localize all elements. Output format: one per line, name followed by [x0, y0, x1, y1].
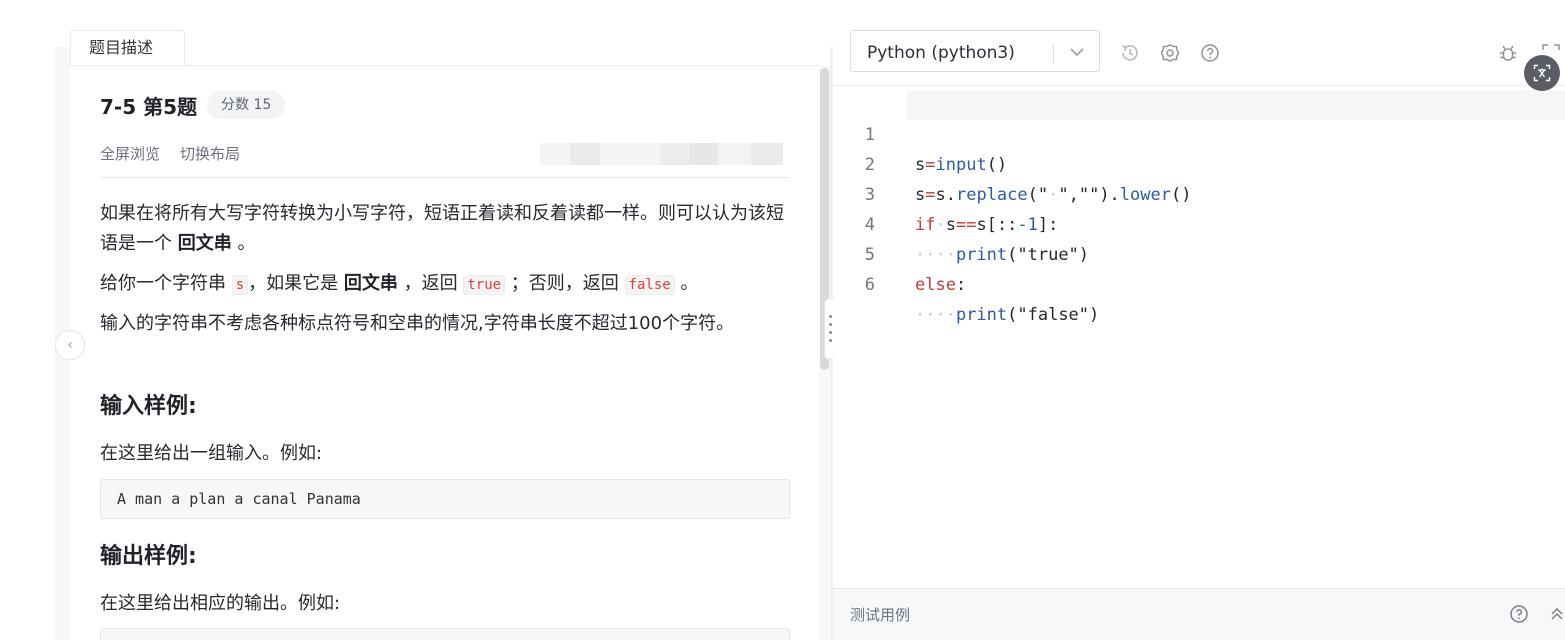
translate-icon [1533, 64, 1551, 82]
inline-code: false [624, 275, 675, 295]
title-row: 7-5 第5题 分数 15 [100, 90, 286, 120]
chevron-down-icon [1070, 48, 1084, 57]
description-paragraph-3: 输入的字符串不考虑各种标点符号和空串的情况,字符串长度不超过100个字符。 [100, 313, 735, 334]
language-select[interactable]: Python (python3) [850, 30, 1100, 72]
fullscreen-view-link[interactable]: 全屏浏览 [100, 143, 160, 164]
help-icon[interactable] [1509, 604, 1529, 624]
inline-code: s [231, 275, 249, 295]
help-icon[interactable] [1199, 42, 1221, 64]
code-line[interactable]: 5 else: [833, 210, 1565, 295]
meta-divider [100, 177, 790, 178]
tab-label: 题目描述 [89, 38, 154, 57]
test-cases-bar[interactable]: 测试用例 [833, 588, 1565, 640]
top-strip [0, 0, 1565, 47]
code-line[interactable]: 6 ····print("false") [833, 240, 1565, 325]
line-code: else: [915, 275, 967, 295]
chevron-left-icon: ‹ [67, 337, 73, 353]
problem-title: 7-5 第5题 [100, 94, 198, 119]
blurred-watermark [540, 143, 783, 165]
collapse-sidebar-button[interactable]: ‹ [55, 330, 85, 360]
tab-divider [70, 65, 820, 66]
chevrons-up-icon[interactable] [1549, 604, 1565, 624]
output-sample-description: 在这里给出相应的输出。例如: [100, 593, 341, 614]
input-sample-description: 在这里给出一组输入。例如: [100, 443, 323, 464]
input-sample-box: A man a plan a canal Panama [100, 479, 790, 519]
translate-button[interactable] [1524, 55, 1560, 91]
code-line[interactable]: 1 s=input() [833, 90, 1565, 175]
editor-top-divider [833, 85, 1565, 86]
line-code: ····print("false") [915, 305, 1100, 325]
description-paragraph-2: 给你一个字符串 s ，如果它是 回文串 ，返回 true ；否则，返回 false… [100, 273, 699, 295]
code-line[interactable]: 3 if·s==s[::-1]: [833, 150, 1565, 235]
score-badge: 分数 15 [207, 91, 286, 119]
test-cases-label: 测试用例 [850, 606, 911, 624]
code-line[interactable]: 4 ····print("true") [833, 180, 1565, 265]
problem-tools: 全屏浏览 切换布局 [100, 143, 240, 164]
output-sample-heading: 输出样例: [100, 544, 197, 569]
history-icon[interactable] [1119, 42, 1141, 64]
tab-problem-description[interactable]: 题目描述 [70, 30, 185, 65]
language-label: Python (python3) [867, 43, 1015, 63]
settings-icon[interactable] [1159, 42, 1181, 64]
bug-icon[interactable] [1497, 42, 1519, 64]
inline-code: true [463, 275, 506, 295]
description-paragraph-1: 如果在将所有大写字符转换为小写字符，短语正着读和反着读都一样。则可以认为该短语是… [100, 203, 784, 254]
output-sample-box [100, 628, 790, 640]
code-line[interactable]: 2 s=s.replace("·","").lower() [833, 120, 1565, 205]
line-number: 6 [864, 275, 875, 295]
switch-layout-link[interactable]: 切换布局 [180, 143, 240, 164]
input-sample-heading: 输入样例: [100, 394, 197, 419]
